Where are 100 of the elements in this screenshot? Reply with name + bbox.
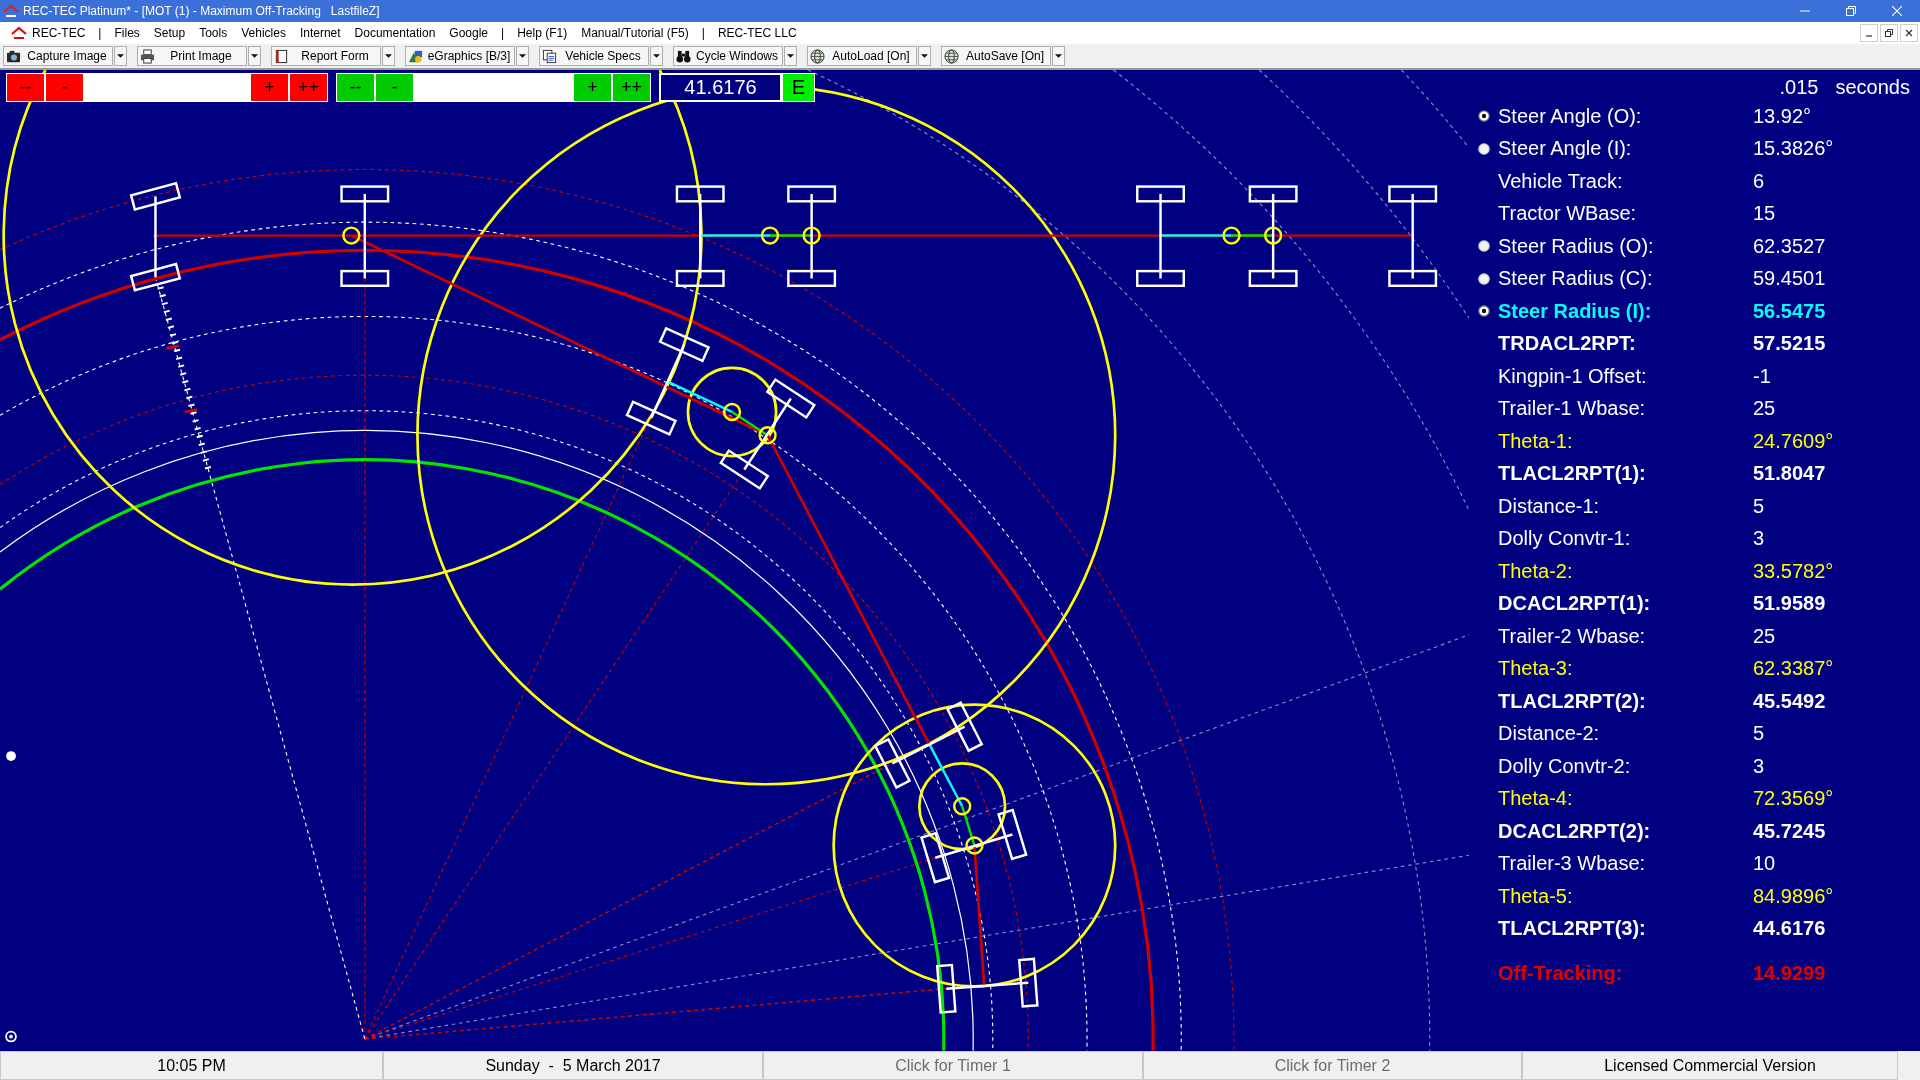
time-step-value: .015 bbox=[1779, 75, 1819, 99]
restore-button[interactable] bbox=[1880, 24, 1898, 42]
menu-item[interactable]: Manual/Tutorial (F5) bbox=[574, 23, 696, 43]
caret-icon bbox=[385, 54, 392, 58]
radio-button[interactable] bbox=[1478, 305, 1490, 318]
result-value: 57.5215 bbox=[1753, 332, 1826, 356]
close-button[interactable] bbox=[1900, 24, 1918, 42]
menu-item[interactable]: Help (F1) bbox=[510, 23, 575, 43]
result-value: -1 bbox=[1753, 364, 1771, 388]
menu-item[interactable]: Vehicles bbox=[234, 23, 293, 43]
result-value: 5 bbox=[1753, 722, 1765, 746]
result-value: 15 bbox=[1753, 202, 1776, 226]
input-field[interactable] bbox=[84, 73, 250, 102]
hitch-ring-icon bbox=[965, 836, 984, 855]
result-label: Theta-1: bbox=[1498, 429, 1574, 453]
dropdown-button[interactable] bbox=[918, 46, 931, 66]
time-unit-label: seconds bbox=[1835, 75, 1910, 99]
dropdown-button[interactable] bbox=[516, 46, 529, 66]
result-label: Steer Angle (O): bbox=[1498, 104, 1643, 128]
result-value: 56.5475 bbox=[1753, 299, 1826, 323]
restore-icon bbox=[1885, 29, 1893, 37]
toolbar-button[interactable]: Print Image bbox=[137, 46, 247, 66]
menu-item[interactable]: Documentation bbox=[347, 23, 443, 43]
timer-button[interactable]: Click for Timer 2 bbox=[1143, 1051, 1522, 1080]
increase-button[interactable]: + bbox=[250, 73, 289, 102]
menu-item[interactable]: Setup bbox=[146, 23, 193, 43]
hitch-ring-icon bbox=[953, 797, 972, 816]
result-value: 3 bbox=[1753, 527, 1765, 551]
result-value: 13.92° bbox=[1753, 104, 1812, 128]
result-label: Trailer-1 Wbase: bbox=[1498, 397, 1647, 421]
dropdown-button[interactable] bbox=[382, 46, 395, 66]
caret-icon bbox=[117, 54, 124, 58]
toolbar-button[interactable]: AutoSave [On] bbox=[941, 46, 1051, 66]
result-label: Theta-2: bbox=[1498, 559, 1574, 583]
dropdown-button[interactable] bbox=[248, 46, 261, 66]
menu-item[interactable]: REC-TEC bbox=[4, 23, 93, 43]
e-button[interactable]: E bbox=[782, 73, 815, 102]
caret-icon bbox=[787, 54, 794, 58]
result-value: 5 bbox=[1753, 494, 1765, 518]
dropdown-button[interactable] bbox=[650, 46, 663, 66]
hitch-ring-icon bbox=[1263, 226, 1283, 245]
increase-button[interactable]: ++ bbox=[612, 73, 651, 102]
caret-icon bbox=[653, 54, 660, 58]
result-value: 10 bbox=[1753, 852, 1776, 876]
caret-icon bbox=[1055, 54, 1062, 58]
toolbar-button[interactable]: AutoLoad [On] bbox=[807, 46, 917, 66]
toolbar-button[interactable]: Capture Image bbox=[3, 46, 113, 66]
result-label: Trailer-2 Wbase: bbox=[1498, 624, 1647, 648]
status-field: Licensed Commercial Version bbox=[1522, 1051, 1898, 1080]
menu-item[interactable]: REC-TEC LLC bbox=[710, 23, 804, 43]
dot-icon bbox=[6, 751, 16, 761]
decrease-button[interactable]: - bbox=[375, 73, 414, 102]
increase-button[interactable]: + bbox=[573, 73, 612, 102]
decrease-button[interactable]: -- bbox=[336, 73, 375, 102]
toolbar-button[interactable]: eGraphics [B/3] bbox=[405, 46, 515, 66]
hitch-ring-icon bbox=[722, 402, 742, 422]
minimize-button[interactable] bbox=[1860, 24, 1878, 42]
dropdown-button[interactable] bbox=[1052, 46, 1065, 66]
result-label: Off-Tracking: bbox=[1498, 961, 1624, 985]
hitch-ring-icon bbox=[802, 226, 821, 245]
menu-item[interactable]: Google bbox=[442, 23, 495, 43]
result-label: Steer Radius (I): bbox=[1498, 299, 1653, 323]
drawbar-line bbox=[666, 380, 733, 414]
dropdown-button[interactable] bbox=[114, 46, 127, 66]
radio-button[interactable] bbox=[1478, 110, 1490, 123]
toolbar-button[interactable]: Vehicle Specs bbox=[539, 46, 649, 66]
result-value: 51.9589 bbox=[1753, 592, 1826, 616]
result-value: 24.7609° bbox=[1753, 429, 1834, 453]
result-value: 3 bbox=[1753, 754, 1765, 778]
menu-item[interactable]: Tools bbox=[192, 23, 235, 43]
menu-item[interactable]: Files bbox=[107, 23, 147, 43]
readout-field[interactable]: 41.6176 bbox=[659, 73, 782, 102]
toolbar-button[interactable]: Report Form bbox=[271, 46, 381, 66]
result-label: TLACL2RPT(2): bbox=[1498, 689, 1647, 713]
result-value: 51.8047 bbox=[1753, 462, 1826, 486]
result-label: Steer Angle (I): bbox=[1498, 137, 1633, 161]
result-value: 72.3569° bbox=[1753, 787, 1834, 811]
toolbar-button[interactable]: Cycle Windows bbox=[673, 46, 783, 66]
binoculars-icon bbox=[676, 48, 691, 64]
increase-button[interactable]: ++ bbox=[289, 73, 328, 102]
menu-item[interactable]: Internet bbox=[292, 23, 348, 43]
app-logo-icon bbox=[3, 5, 19, 17]
timer-button[interactable]: Click for Timer 1 bbox=[763, 1051, 1143, 1080]
status-field: Sunday - 5 March 2017 bbox=[383, 1051, 763, 1080]
result-label: Vehicle Track: bbox=[1498, 169, 1624, 193]
decrease-button[interactable]: - bbox=[45, 73, 84, 102]
drawbar-line bbox=[700, 234, 770, 237]
result-label: TRDACL2RPT: bbox=[1498, 332, 1637, 356]
input-field[interactable] bbox=[414, 73, 573, 102]
result-value: 44.6176 bbox=[1753, 917, 1826, 941]
result-label: Tractor WBase: bbox=[1498, 202, 1638, 226]
hitch-link-line bbox=[731, 410, 769, 437]
dropdown-button[interactable] bbox=[784, 46, 797, 66]
close-icon bbox=[1892, 6, 1902, 16]
printer-icon bbox=[140, 48, 155, 64]
decrease-button[interactable]: -- bbox=[6, 73, 45, 102]
result-label: Distance-1: bbox=[1498, 494, 1601, 518]
hitch-ring-icon bbox=[1222, 226, 1241, 245]
result-label: TLACL2RPT(3): bbox=[1498, 917, 1647, 941]
hitch-ring-icon bbox=[342, 226, 361, 245]
